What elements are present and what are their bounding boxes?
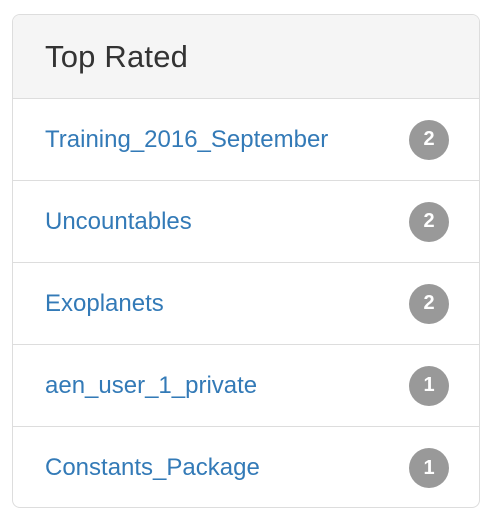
panel-title: Top Rated — [45, 38, 189, 74]
list-item: Uncountables 2 — [13, 181, 479, 263]
item-link[interactable]: Exoplanets — [45, 290, 164, 318]
panel-heading: Top Rated — [13, 15, 479, 99]
item-link[interactable]: Training_2016_September — [45, 126, 328, 154]
item-link[interactable]: Uncountables — [45, 208, 192, 236]
top-rated-panel: Top Rated Training_2016_September 2 Unco… — [12, 14, 480, 508]
count-badge: 1 — [409, 448, 449, 488]
top-rated-list: Training_2016_September 2 Uncountables 2… — [13, 99, 479, 507]
list-item: aen_user_1_private 1 — [13, 345, 479, 427]
count-badge: 2 — [409, 201, 449, 242]
count-badge: 2 — [409, 283, 449, 324]
item-link[interactable]: Constants_Package — [45, 454, 260, 482]
list-item: Constants_Package 1 — [13, 427, 479, 507]
item-link[interactable]: aen_user_1_private — [45, 372, 257, 400]
count-badge: 2 — [409, 119, 449, 160]
count-badge: 1 — [409, 365, 449, 406]
list-item: Exoplanets 2 — [13, 263, 479, 345]
list-item: Training_2016_September 2 — [13, 99, 479, 181]
